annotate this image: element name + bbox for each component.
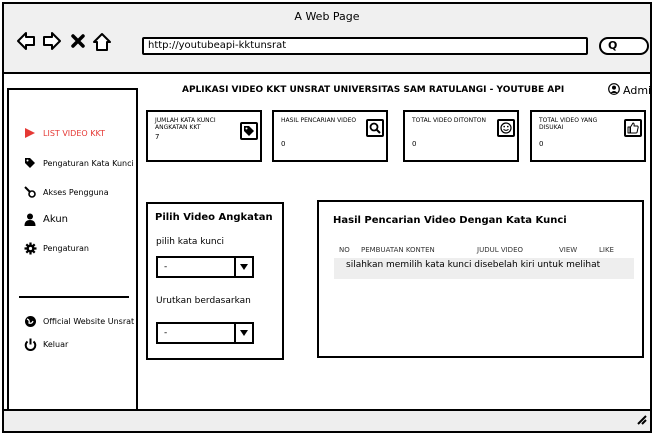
stat-label: HASIL PENCARIAN VIDEO	[281, 117, 357, 124]
column-header-no: NO	[339, 246, 350, 254]
stat-card-jumlah-kata-kunci: JUMLAH KATA KUNCI ANGKATAN KKT 7	[146, 110, 262, 162]
sidebar-item-label: Pengaturan Kata Kunci	[43, 158, 134, 168]
stat-label: TOTAL VIDEO DITONTON	[412, 117, 486, 124]
sidebar-item-label: Official Website Unsrat	[43, 316, 135, 326]
browser-window: A Web Page http://youtubeapi-kktunsrat Q…	[2, 2, 652, 433]
window-title: A Web Page	[294, 10, 360, 23]
sort-select[interactable]: -	[156, 322, 254, 344]
forward-arrow-icon[interactable]	[42, 31, 62, 55]
column-header-like: LIKE	[599, 246, 614, 254]
keyword-select-value: -	[164, 262, 168, 272]
sidebar-item-akun[interactable]: Akun	[23, 212, 68, 226]
close-icon[interactable]	[70, 33, 86, 53]
sidebar-item-official-website[interactable]: Official Website Unsrat	[23, 314, 134, 328]
sidebar-item-pengaturan-kata-kunci[interactable]: Pengaturan Kata Kunci	[23, 156, 134, 170]
chevron-down-icon[interactable]	[234, 258, 252, 276]
sidebar-divider	[19, 296, 129, 298]
sidebar-item-label: Akses Pengguna	[43, 187, 109, 197]
search-icon	[366, 119, 384, 137]
triangle-right-icon	[23, 126, 37, 140]
tag-icon	[240, 122, 258, 140]
user-circle-icon	[608, 83, 620, 98]
sidebar-item-akses-pengguna[interactable]: Akses Pengguna	[23, 185, 109, 199]
results-panel: Hasil Pencarian Video Dengan Kata Kunci …	[317, 200, 644, 358]
sort-select-value: -	[164, 328, 168, 338]
sidebar-item-label: Akun	[43, 213, 68, 225]
key-icon	[23, 185, 37, 199]
user-name: Admin	[623, 84, 652, 97]
smiley-icon	[497, 119, 515, 137]
page-title: APLIKASI VIDEO KKT UNSRAT UNIVERSITAS SA…	[182, 85, 565, 95]
gear-icon	[23, 241, 37, 255]
sort-label: Urutkan berdasarkan	[156, 296, 251, 306]
stat-value: 0	[539, 140, 544, 148]
stat-card-hasil-pencarian: HASIL PENCARIAN VIDEO 0	[272, 110, 388, 162]
column-header-pembuatan-konten: PEMBUATAN KONTEN	[361, 246, 435, 254]
sidebar: LIST VIDEO KKT Pengaturan Kata Kunci Aks…	[7, 88, 138, 413]
keyword-label: pilih kata kunci	[156, 237, 225, 247]
filter-title: Pilih Video Angkatan	[155, 212, 273, 223]
power-icon	[23, 337, 37, 351]
chevron-down-icon[interactable]	[234, 324, 252, 342]
sidebar-item-pengaturan[interactable]: Pengaturan	[23, 241, 89, 255]
back-arrow-icon[interactable]	[16, 31, 36, 55]
globe-icon	[23, 314, 37, 328]
home-icon[interactable]	[92, 32, 112, 56]
sidebar-item-label: Keluar	[43, 339, 69, 349]
column-header-judul-video: JUDUL VIDEO	[477, 246, 524, 254]
sidebar-item-list-video[interactable]: LIST VIDEO KKT	[23, 126, 105, 140]
thumbs-up-icon	[624, 119, 642, 137]
results-title: Hasil Pencarian Video Dengan Kata Kunci	[333, 215, 567, 226]
browser-toolbar: A Web Page http://youtubeapi-kktunsrat Q	[4, 4, 650, 74]
sidebar-item-label: LIST VIDEO KKT	[43, 128, 105, 138]
sidebar-item-label: Pengaturan	[43, 243, 89, 253]
stat-value: 0	[281, 140, 286, 148]
stat-value: 0	[412, 140, 417, 148]
search-icon: Q	[608, 39, 618, 52]
sidebar-item-keluar[interactable]: Keluar	[23, 337, 68, 351]
stat-card-total-ditonton: TOTAL VIDEO DITONTON 0	[403, 110, 519, 162]
stat-value: 7	[155, 133, 160, 141]
keyword-select[interactable]: -	[156, 256, 254, 278]
browser-search-box[interactable]: Q	[599, 37, 649, 55]
empty-state-message: silahkan memilih kata kunci disebelah ki…	[334, 258, 634, 279]
address-bar[interactable]: http://youtubeapi-kktunsrat	[142, 37, 588, 55]
tag-icon	[23, 156, 37, 170]
column-header-view: VIEW	[559, 246, 578, 254]
user-menu[interactable]: Admin	[608, 83, 652, 98]
filter-panel: Pilih Video Angkatan pilih kata kunci - …	[146, 202, 284, 360]
user-icon	[23, 212, 37, 226]
page-content: LIST VIDEO KKT Pengaturan Kata Kunci Aks…	[4, 74, 650, 413]
stat-label: JUMLAH KATA KUNCI ANGKATAN KKT	[155, 117, 216, 131]
stat-card-total-disukai: TOTAL VIDEO YANG DISUKAI 0	[530, 110, 646, 162]
resize-grip-icon[interactable]	[633, 410, 647, 429]
status-bar	[4, 409, 650, 431]
stat-label: TOTAL VIDEO YANG DISUKAI	[539, 117, 598, 131]
